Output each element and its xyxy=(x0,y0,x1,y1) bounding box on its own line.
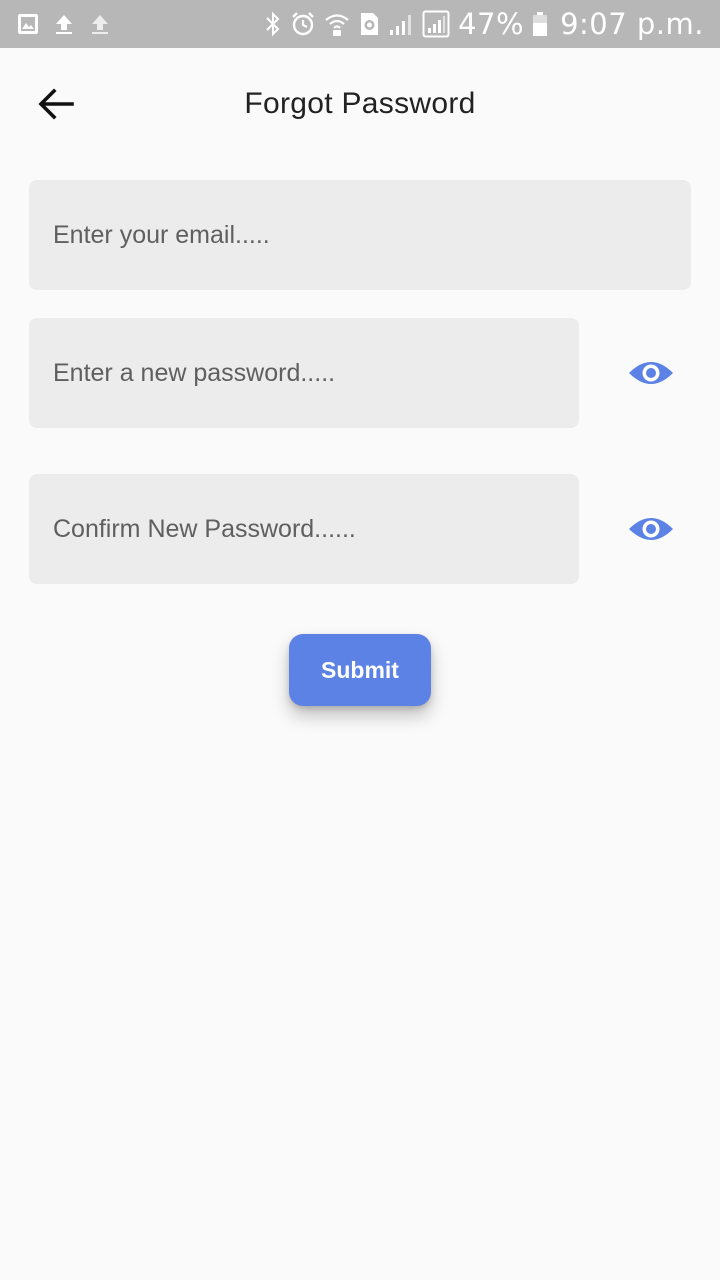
signal-icon xyxy=(422,10,450,38)
sim-icon xyxy=(358,11,380,37)
signal-icon xyxy=(388,11,414,37)
battery-percent: 47% xyxy=(458,7,525,41)
new-password-field[interactable] xyxy=(29,318,579,428)
upload-icon xyxy=(88,12,112,36)
battery-icon xyxy=(532,11,548,37)
status-time: 9:07 p.m. xyxy=(560,7,704,41)
eye-icon xyxy=(628,357,674,389)
confirm-password-input[interactable] xyxy=(53,514,579,544)
wifi-icon xyxy=(324,11,350,37)
email-input[interactable] xyxy=(53,220,691,250)
app-bar: Forgot Password xyxy=(0,48,720,160)
toggle-confirm-password-visibility-button[interactable] xyxy=(621,499,681,559)
new-password-input[interactable] xyxy=(53,358,579,388)
email-field[interactable] xyxy=(29,180,691,290)
upload-icon xyxy=(52,12,76,36)
page-title: Forgot Password xyxy=(244,87,476,120)
bluetooth-icon xyxy=(264,11,282,37)
submit-button[interactable]: Submit xyxy=(289,634,431,706)
status-bar-left xyxy=(16,10,112,38)
eye-icon xyxy=(628,513,674,545)
status-bar-right: 47% 9:07 p.m. xyxy=(264,6,704,42)
image-icon xyxy=(16,12,40,36)
confirm-password-field[interactable] xyxy=(29,474,579,584)
status-bar: 47% 9:07 p.m. xyxy=(0,0,720,48)
toggle-new-password-visibility-button[interactable] xyxy=(621,343,681,403)
alarm-icon xyxy=(290,11,316,37)
